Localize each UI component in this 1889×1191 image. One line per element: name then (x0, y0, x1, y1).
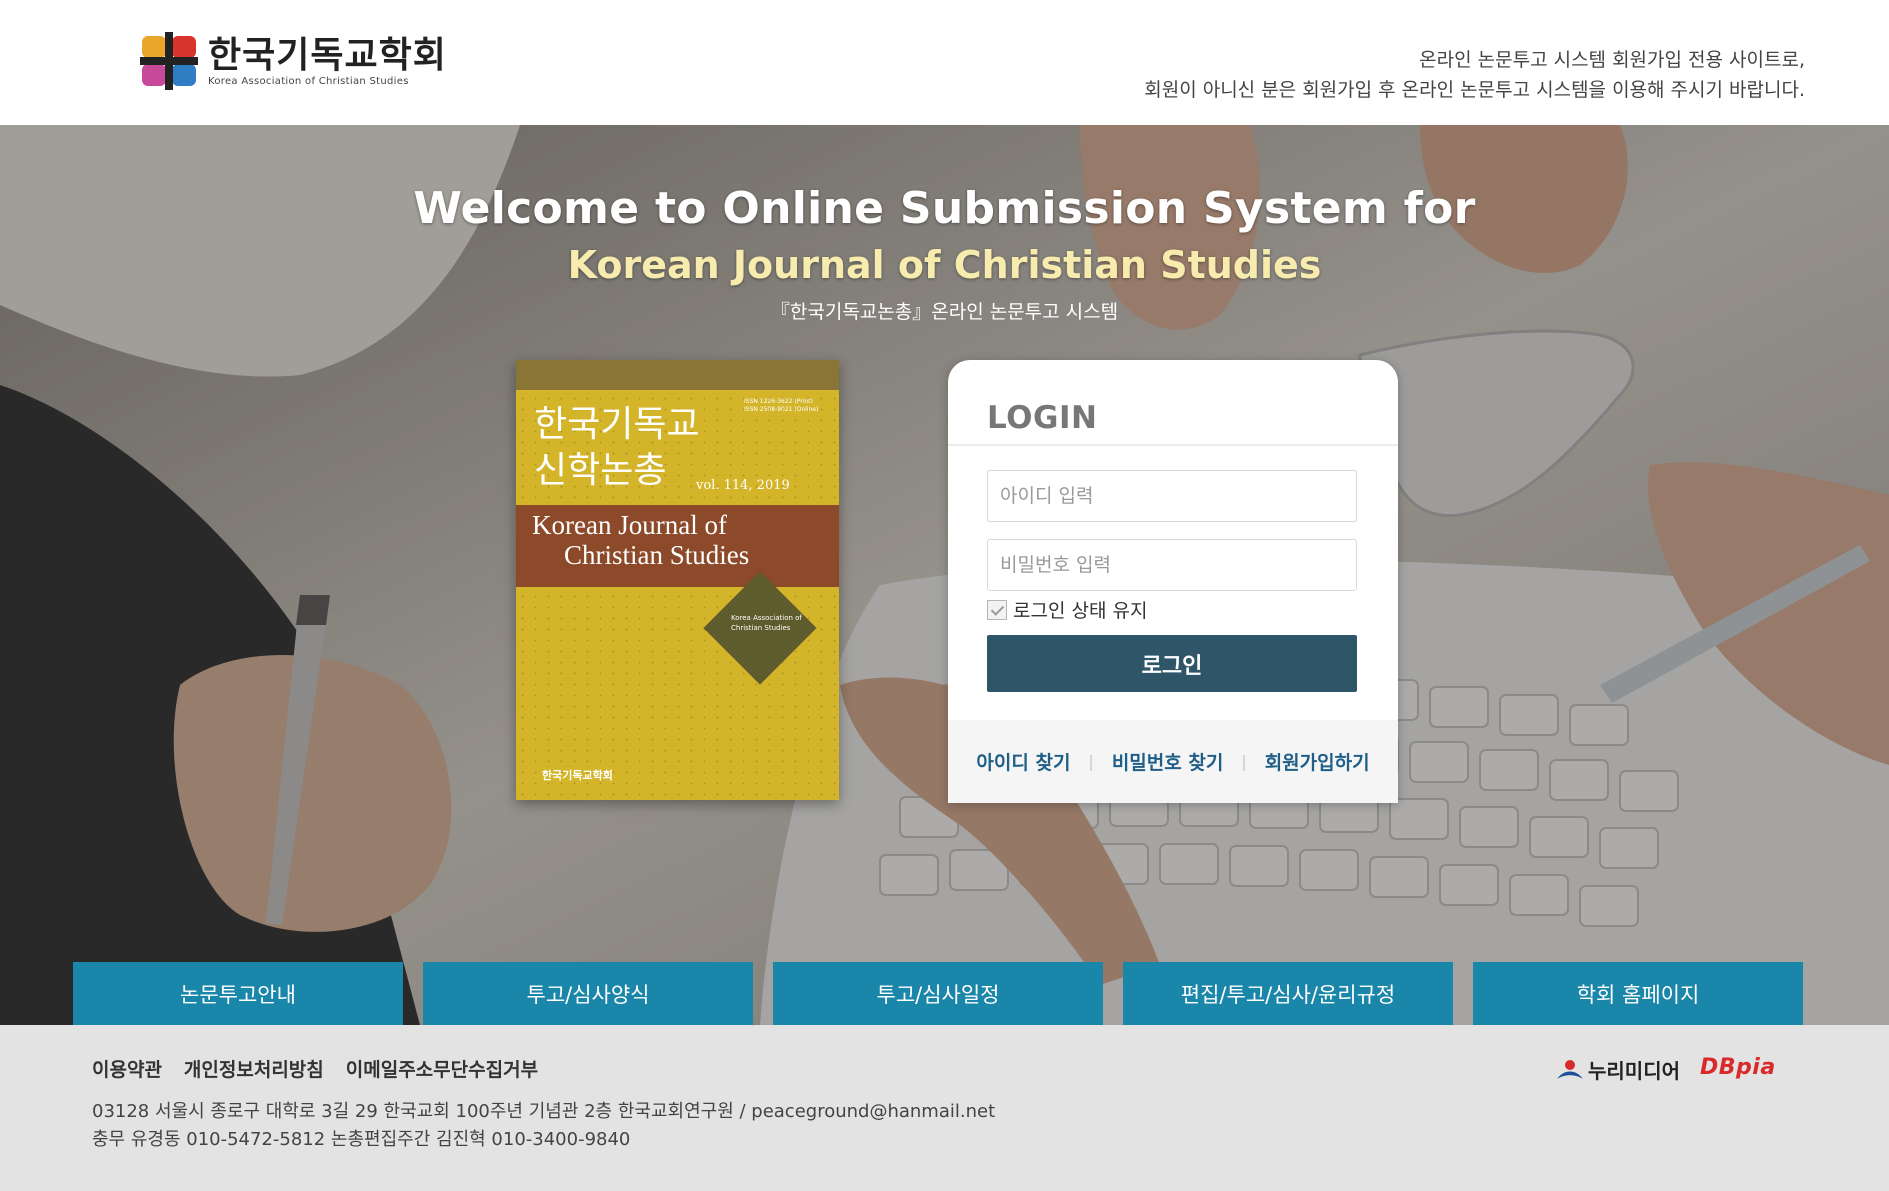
nav-schedule-button[interactable]: 투고/심사일정 (773, 962, 1103, 1025)
cover-top-bar (516, 360, 839, 390)
cover-publisher: 한국기독교학회 (542, 769, 613, 782)
cover-title-english: Korean Journal of Christian Studies (532, 510, 749, 570)
nav-submission-guide-button[interactable]: 논문투고안내 (73, 962, 403, 1025)
nav-regulations-button[interactable]: 편집/투고/심사/윤리규정 (1123, 962, 1453, 1025)
nurimedia-label: 누리미디어 (1588, 1059, 1680, 1083)
site-logo[interactable]: 한국기독교학회 Korea Association of Christian S… (140, 30, 447, 92)
link-separator: | (1241, 752, 1247, 771)
hero-section: Welcome to Online Submission System for … (0, 125, 1889, 1025)
nurimedia-swoosh-icon (1557, 1059, 1583, 1079)
cover-title-en-line-1: Korean Journal of (532, 510, 727, 540)
login-links: 아이디 찾기 | 비밀번호 찾기 | 회원가입하기 (948, 720, 1398, 803)
login-button[interactable]: 로그인 (987, 635, 1357, 692)
site-footer: 이용약관 개인정보처리방침 이메일주소무단수집거부 03128 서울시 종로구 … (0, 1025, 1889, 1191)
link-separator: | (1088, 752, 1094, 771)
login-panel: LOGIN 로그인 상태 유지 로그인 아이디 찾기 | 비밀번호 찾기 | 회… (948, 360, 1398, 803)
nav-forms-button[interactable]: 투고/심사양식 (423, 962, 753, 1025)
address-line-2: 충무 유경동 010-5472-5812 논총편집주간 김진혁 010-3400… (92, 1129, 631, 1150)
login-divider (948, 444, 1398, 446)
cover-diamond-text: Korea Association of Christian Studies (731, 613, 802, 633)
logo-text: 한국기독교학회 Korea Association of Christian S… (208, 35, 447, 87)
cover-title-en-line-2: Christian Studies (564, 540, 750, 570)
address-line-1: 03128 서울시 종로구 대학로 3길 29 한국교회 100주년 기념관 2… (92, 1101, 996, 1122)
logo-name: 한국기독교학회 (208, 34, 447, 76)
cover-title-ko-line-2: 신학논총 (534, 450, 667, 491)
footer-address: 03128 서울시 종로구 대학로 3길 29 한국교회 100주년 기념관 2… (92, 1098, 995, 1154)
cover-volume: vol. 114, 2019 (696, 478, 790, 493)
logo-subtitle: Korea Association of Christian Studies (208, 76, 409, 87)
cover-diamond-line-1: Korea Association of (731, 614, 802, 622)
terms-link[interactable]: 이용약관 (92, 1055, 162, 1082)
nav-homepage-button[interactable]: 학회 홈페이지 (1473, 962, 1803, 1025)
login-title: LOGIN (987, 400, 1098, 436)
notice-line-2: 회원이 아니신 분은 회원가입 후 온라인 논문투고 시스템을 이용해 주시기 … (1144, 79, 1805, 101)
hero-title: Welcome to Online Submission System for (413, 183, 1476, 234)
notice-line-1: 온라인 논문투고 시스템 회원가입 전용 사이트로, (1419, 49, 1805, 71)
hero-caption: 『한국기독교논총』온라인 논문투고 시스템 (770, 301, 1119, 323)
cover-title-korean: 한국기독교 신학논총 (534, 402, 700, 494)
footer-links: 이용약관 개인정보처리방침 이메일주소무단수집거부 (92, 1055, 560, 1082)
find-password-link[interactable]: 비밀번호 찾기 (1112, 748, 1224, 775)
journal-cover: ISSN 1226-3622 (Print) ISSN 2508-9021 (O… (516, 360, 839, 800)
hero-subtitle: Korean Journal of Christian Studies (567, 243, 1322, 287)
dbpia-logo[interactable]: DBpia (1700, 1055, 1776, 1080)
password-input[interactable] (987, 539, 1357, 591)
keep-login-checkbox[interactable]: 로그인 상태 유지 (987, 596, 1147, 623)
cover-issn: ISSN 1226-3622 (Print) ISSN 2508-9021 (O… (744, 398, 818, 414)
cover-diamond-line-2: Christian Studies (731, 624, 791, 632)
header-notice: 온라인 논문투고 시스템 회원가입 전용 사이트로, 회원이 아니신 분은 회원… (1144, 45, 1805, 105)
signup-link[interactable]: 회원가입하기 (1265, 748, 1370, 775)
find-id-link[interactable]: 아이디 찾기 (976, 748, 1070, 775)
keep-login-label: 로그인 상태 유지 (1013, 600, 1148, 622)
cover-issn-online: ISSN 2508-9021 (Online) (744, 406, 819, 413)
checkmark-icon[interactable] (987, 599, 1007, 620)
email-collection-refusal-link[interactable]: 이메일주소무단수집거부 (346, 1055, 538, 1082)
cover-issn-print: ISSN 1226-3622 (Print) (744, 398, 813, 405)
cross-color-blocks-icon (140, 32, 198, 90)
id-input[interactable] (987, 470, 1357, 522)
cover-title-ko-line-1: 한국기독교 (534, 404, 700, 445)
nurimedia-logo[interactable]: 누리미디어 (1556, 1055, 1680, 1084)
privacy-policy-link[interactable]: 개인정보처리방침 (184, 1055, 324, 1082)
site-header: 한국기독교학회 Korea Association of Christian S… (0, 0, 1889, 125)
